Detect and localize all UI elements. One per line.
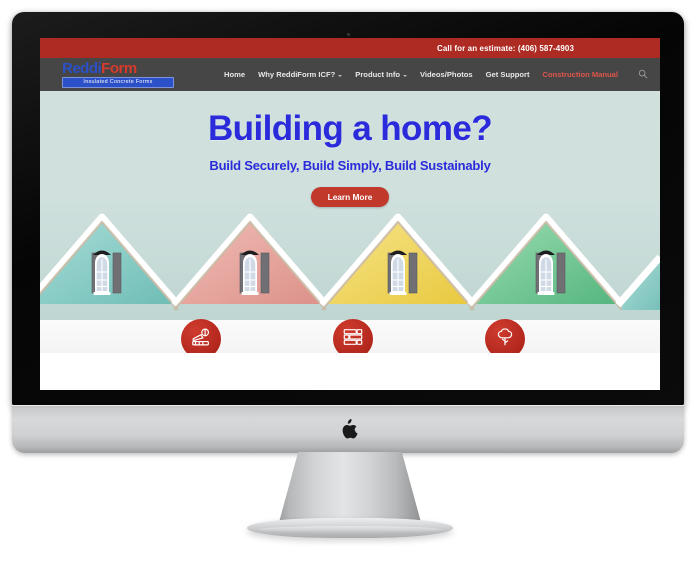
nav-label: Home — [223, 70, 246, 79]
nav-label: Videos/Photos — [420, 70, 473, 79]
apple-logo — [341, 419, 359, 441]
feature-badge-tree-eco[interactable] — [485, 319, 525, 353]
nav-item-why-reddiform-icf[interactable]: Why ReddiForm ICF? — [258, 70, 343, 79]
logo-wordmark: ReddiForm — [62, 61, 174, 76]
search-icon[interactable] — [638, 66, 648, 84]
monitor-stand-base — [247, 518, 453, 538]
nav-label: Construction Manual — [542, 70, 618, 79]
feature-badge-excavator[interactable] — [181, 319, 221, 353]
logo-tagline: Insulated Concrete Forms — [62, 77, 174, 88]
block-wall-icon — [342, 326, 364, 353]
learn-more-button[interactable]: Learn More — [311, 187, 389, 207]
chevron-down-icon — [338, 74, 343, 77]
feature-badge-row — [40, 319, 660, 353]
phone-estimate-label[interactable]: Call for an estimate: (406) 587-4903 — [437, 44, 574, 53]
nav-item-product-info[interactable]: Product Info — [355, 70, 407, 79]
top-call-bar: Call for an estimate: (406) 587-4903 — [40, 38, 660, 58]
monitor-stand-neck — [278, 452, 422, 526]
nav-label: Why ReddiForm ICF? — [258, 70, 336, 79]
main-navigation: Home Why ReddiForm ICF? Product Info Vid… — [224, 66, 648, 84]
imac-device: Call for an estimate: (406) 587-4903 Red… — [0, 0, 700, 565]
houses-illustration — [40, 200, 660, 320]
nav-item-videos-photos[interactable]: Videos/Photos — [420, 70, 473, 79]
nav-item-get-support[interactable]: Get Support — [486, 70, 530, 79]
hero-subheadline: Build Securely, Build Simply, Build Sust… — [209, 158, 491, 173]
nav-item-home[interactable]: Home — [224, 70, 245, 79]
feature-badge-block-wall[interactable] — [333, 319, 373, 353]
screen-viewport: Call for an estimate: (406) 587-4903 Red… — [40, 38, 660, 390]
logo-word-reddi: Reddi — [62, 60, 102, 78]
nav-label: Get Support — [485, 70, 530, 79]
excavator-icon — [190, 326, 212, 353]
hero-headline: Building a home? — [207, 109, 493, 148]
nav-item-construction-manual[interactable]: Construction Manual — [542, 70, 618, 79]
logo-word-form: Form — [101, 60, 137, 78]
site-header: ReddiForm Insulated Concrete Forms Home … — [40, 58, 660, 91]
webcam-dot — [346, 33, 350, 36]
hero-section: Building a home? Build Securely, Build S… — [40, 91, 660, 353]
chevron-down-icon — [403, 74, 407, 77]
tree-eco-icon — [494, 326, 516, 353]
nav-label: Product Info — [355, 70, 400, 79]
site-logo[interactable]: ReddiForm Insulated Concrete Forms — [62, 61, 174, 88]
website-content: Call for an estimate: (406) 587-4903 Red… — [40, 38, 660, 390]
